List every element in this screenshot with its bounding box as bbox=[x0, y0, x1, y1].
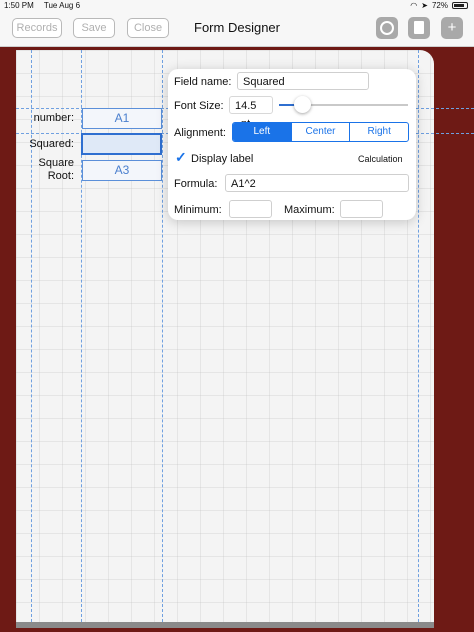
battery-percent: 72% bbox=[431, 1, 448, 10]
field-label-square-root: Square Root: bbox=[20, 157, 74, 183]
document-icon[interactable] bbox=[408, 17, 430, 39]
font-size-label: Font Size: bbox=[174, 100, 224, 112]
page-title: Form Designer bbox=[194, 20, 280, 35]
field-a3[interactable]: A3 bbox=[82, 160, 162, 181]
settings-gear-icon[interactable] bbox=[376, 17, 398, 39]
toolbar: Records Save Close Form Designer + bbox=[0, 12, 474, 47]
align-right-option[interactable]: Right bbox=[349, 123, 408, 141]
alignment-label: Alignment: bbox=[174, 127, 226, 139]
checkmark-icon[interactable]: ✓ bbox=[175, 149, 187, 166]
field-squared-selected[interactable] bbox=[81, 133, 162, 155]
status-right: ◠ ➤ 72% bbox=[410, 1, 468, 10]
field-a1[interactable]: A1 bbox=[82, 108, 162, 129]
field-name-label: Field name: bbox=[174, 76, 232, 88]
field-label-squared: Squared: bbox=[29, 138, 74, 150]
guide-line-vertical bbox=[418, 50, 419, 622]
horizontal-scrollbar[interactable] bbox=[16, 622, 434, 628]
location-icon: ➤ bbox=[421, 1, 428, 10]
status-time: 1:50 PM bbox=[4, 1, 34, 10]
field-name-input[interactable]: Squared bbox=[237, 72, 369, 90]
align-center-option[interactable]: Center bbox=[290, 123, 350, 141]
add-plus-icon[interactable]: + bbox=[441, 17, 463, 39]
formula-input[interactable]: A1^2 bbox=[225, 174, 409, 192]
status-left: 1:50 PM Tue Aug 6 bbox=[4, 1, 88, 10]
maximum-input[interactable] bbox=[340, 200, 383, 218]
label-line: Square bbox=[38, 157, 74, 169]
display-label-toggle[interactable]: Display label bbox=[191, 153, 253, 165]
status-date: Tue Aug 6 bbox=[43, 1, 81, 10]
label-line: Root: bbox=[47, 170, 74, 182]
field-label-number: number: bbox=[33, 112, 74, 124]
calculation-button[interactable]: Calculation bbox=[358, 154, 403, 164]
align-left-option[interactable]: Left bbox=[233, 123, 291, 141]
guide-line-vertical bbox=[162, 50, 163, 622]
maximum-label: Maximum: bbox=[284, 204, 335, 216]
alignment-segmented-control[interactable]: Left Center Right bbox=[232, 122, 409, 142]
field-properties-popover bbox=[168, 69, 416, 220]
guide-line-vertical bbox=[31, 50, 32, 622]
font-size-input[interactable]: 14.5 pt bbox=[229, 96, 273, 130]
formula-label: Formula: bbox=[174, 178, 218, 190]
battery-icon bbox=[452, 2, 468, 9]
minimum-input[interactable] bbox=[229, 200, 272, 218]
wifi-icon: ◠ bbox=[410, 1, 418, 10]
minimum-label: Minimum: bbox=[174, 204, 222, 216]
font-size-value: 14.5 bbox=[235, 100, 257, 112]
status-bar: 1:50 PM Tue Aug 6 ◠ ➤ 72% bbox=[0, 0, 474, 12]
